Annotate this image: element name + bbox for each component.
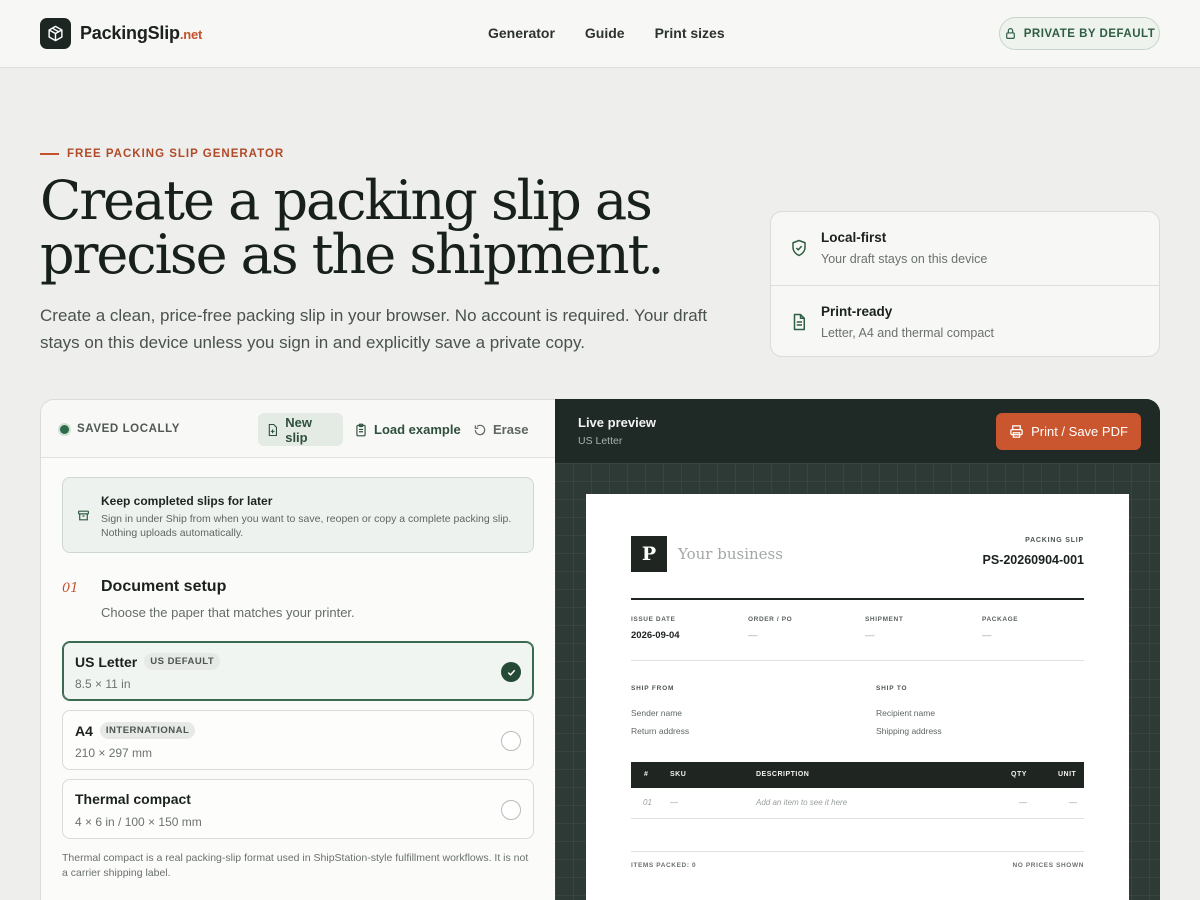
radio-selected[interactable] <box>501 662 521 682</box>
hero-description: Create a clean, price-free packing slip … <box>40 306 708 352</box>
row-unit: — <box>1069 798 1077 807</box>
erase-button[interactable]: Erase <box>465 413 536 446</box>
new-slip-button[interactable]: New slip <box>258 413 343 446</box>
row-description: Add an item to see it here <box>756 798 848 807</box>
saved-status: SAVED LOCALLY <box>60 423 180 435</box>
nav-link-guide[interactable]: Guide <box>585 25 625 41</box>
eyebrow-dash <box>40 153 59 155</box>
paper-badge: US DEFAULT <box>144 653 221 670</box>
meta-issue-date: ISSUE DATE 2026-09-04 <box>631 616 680 641</box>
step-subtitle: Choose the paper that matches your print… <box>101 605 355 620</box>
items-table-header: # SKU DESCRIPTION QTY UNIT <box>631 762 1084 788</box>
save-notice: Keep completed slips for later Sign in u… <box>62 477 534 553</box>
top-navbar: PackingSlip.net Generator Guide Print si… <box>0 0 1200 68</box>
col-number: # <box>644 771 649 778</box>
meta-shipment: SHIPMENT — <box>865 616 904 641</box>
row-sku: — <box>670 798 678 807</box>
preview-paper-size: US Letter <box>578 435 623 447</box>
paper-option-thermal-compact[interactable]: Thermal compact 4 × 6 in / 100 × 150 mm <box>62 779 534 839</box>
slip-label: PACKING SLIP <box>1025 537 1084 544</box>
box-icon <box>40 18 71 49</box>
preview-header: Live preview US Letter Print / Save PDF <box>555 399 1160 463</box>
col-sku: SKU <box>670 771 687 778</box>
paper-name: US Letter <box>75 653 138 670</box>
divider <box>631 818 1084 819</box>
live-preview-panel: Live preview US Letter Print / Save PDF … <box>555 399 1160 900</box>
nav-link-print-sizes[interactable]: Print sizes <box>655 25 725 41</box>
private-by-default-badge[interactable]: PRIVATE BY DEFAULT <box>999 17 1160 50</box>
step-title: Document setup <box>101 578 227 595</box>
divider <box>631 851 1084 852</box>
slip-editor-panel: SAVED LOCALLY New slip Load example Eras… <box>40 399 556 900</box>
row-number: 01 <box>643 798 652 807</box>
status-dot <box>60 424 69 434</box>
col-unit: UNIT <box>1058 771 1077 778</box>
slip-number: PS-20260904-001 <box>982 553 1084 567</box>
feature-print-ready: Print-ready Letter, A4 and thermal compa… <box>771 285 1159 356</box>
business-logo: P <box>631 536 667 572</box>
printer-icon <box>1010 425 1023 438</box>
paper-dimensions: 210 × 297 mm <box>75 746 153 760</box>
main-nav: Generator Guide Print sizes <box>488 25 725 41</box>
paper-option-a4[interactable]: A4 INTERNATIONAL 210 × 297 mm <box>62 710 534 770</box>
step-number: 01 <box>62 581 79 596</box>
feature-card: Local-first Your draft stays on this dev… <box>770 211 1160 357</box>
brand-logo[interactable]: PackingSlip.net <box>40 18 202 49</box>
print-save-pdf-button[interactable]: Print / Save PDF <box>996 413 1141 450</box>
items-packed-count: ITEMS PACKED: 0 <box>631 862 697 869</box>
row-qty: — <box>1019 798 1027 807</box>
col-description: DESCRIPTION <box>756 771 810 778</box>
radio-unselected[interactable] <box>501 731 521 751</box>
nav-link-generator[interactable]: Generator <box>488 25 555 41</box>
meta-order-po: ORDER / PO — <box>748 616 793 641</box>
checkmark-icon <box>507 669 515 676</box>
load-example-button[interactable]: Load example <box>346 413 469 446</box>
archive-icon <box>78 510 89 521</box>
paper-name: Thermal compact <box>75 791 191 807</box>
brand-name: PackingSlip.net <box>80 23 203 43</box>
new-document-icon <box>268 423 278 436</box>
col-qty: QTY <box>1011 771 1027 778</box>
business-name: Your business <box>678 545 783 563</box>
feature-local-first: Local-first Your draft stays on this dev… <box>771 212 1159 284</box>
paper-note: Thermal compact is a real packing-slip f… <box>62 852 529 879</box>
lock-icon <box>1005 28 1015 39</box>
ship-to-block: SHIP TO Recipient name Shipping address <box>876 685 942 736</box>
paper-badge: INTERNATIONAL <box>99 722 196 739</box>
preview-title: Live preview <box>578 415 657 430</box>
packing-slip-sheet: P Your business PACKING SLIP PS-20260904… <box>586 494 1129 900</box>
paper-option-us-letter[interactable]: US Letter US DEFAULT 8.5 × 11 in <box>62 641 534 701</box>
paper-dimensions: 4 × 6 in / 100 × 150 mm <box>75 815 202 829</box>
hero-title: Create a packing slip as precise as the … <box>40 169 664 286</box>
editor-toolbar: SAVED LOCALLY New slip Load example Eras… <box>41 400 555 458</box>
divider <box>631 598 1084 600</box>
document-icon <box>793 313 805 331</box>
no-prices-note: NO PRICES SHOWN <box>1012 862 1084 869</box>
ship-from-block: SHIP FROM Sender name Return address <box>631 685 690 736</box>
reset-icon <box>474 424 486 435</box>
hero-eyebrow: FREE PACKING SLIP GENERATOR <box>40 148 284 160</box>
divider <box>631 660 1084 661</box>
clipboard-icon <box>356 423 366 436</box>
paper-name: A4 <box>75 722 93 739</box>
radio-unselected[interactable] <box>501 800 521 820</box>
meta-package: PACKAGE — <box>982 616 1019 641</box>
shield-check-icon <box>792 239 806 257</box>
paper-dimensions: 8.5 × 11 in <box>75 677 131 691</box>
